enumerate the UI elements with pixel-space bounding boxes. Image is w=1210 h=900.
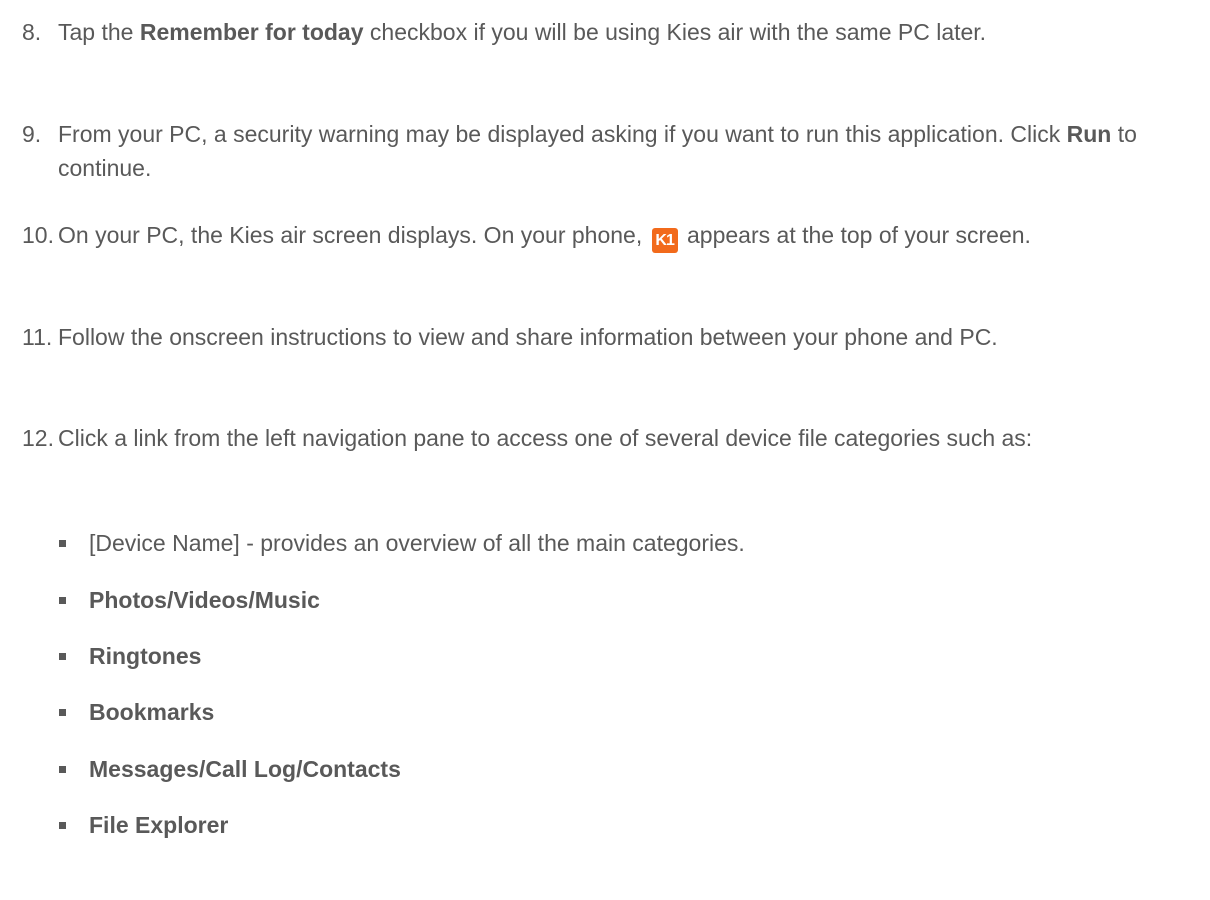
list-item: Photos/Videos/Music [59,585,320,615]
step-10: 10. On your PC, the Kies air screen disp… [22,218,1192,253]
step-11: 11. Follow the onscreen instructions to … [22,320,1192,354]
step-text: On your PC, the Kies air screen displays… [58,218,1192,253]
bullet-square [59,766,66,773]
step-text: Follow the onscreen instructions to view… [58,324,998,350]
bullet-square [59,597,66,604]
bullet-square [59,822,66,829]
remember-for-today-label: Remember for today [139,19,364,45]
list-item: Ringtones [59,641,201,671]
step-text: Tap the Remember for today checkbox if y… [58,19,987,45]
step-number: 9. [22,121,42,147]
step-number: 10. [22,222,54,248]
list-item: Messages/Call Log/Contacts [59,754,401,784]
bullet-square [59,709,66,716]
list-item: [Device Name] - provides an overview of … [59,528,745,558]
bullet-square [59,653,66,660]
list-item: Bookmarks [59,697,214,727]
step-text: Click a link from the left navigation pa… [58,425,1033,451]
kies-air-icon: K1 [651,228,678,253]
step-text: From your PC, a security warning may be … [58,121,1137,181]
step-number: 12. [22,425,54,451]
step-number: 11. [22,324,53,350]
run-label: Run [1066,121,1112,147]
step-8: 8. Tap the Remember for today checkbox i… [22,15,1192,49]
step-12: 12. Click a link from the left navigatio… [22,421,1192,455]
document-page: 8. Tap the Remember for today checkbox i… [0,0,1210,900]
step-9: 9. From your PC, a security warning may … [22,117,1192,185]
bullet-square [59,540,66,547]
list-item: File Explorer [59,810,228,840]
step-number: 8. [22,19,42,45]
